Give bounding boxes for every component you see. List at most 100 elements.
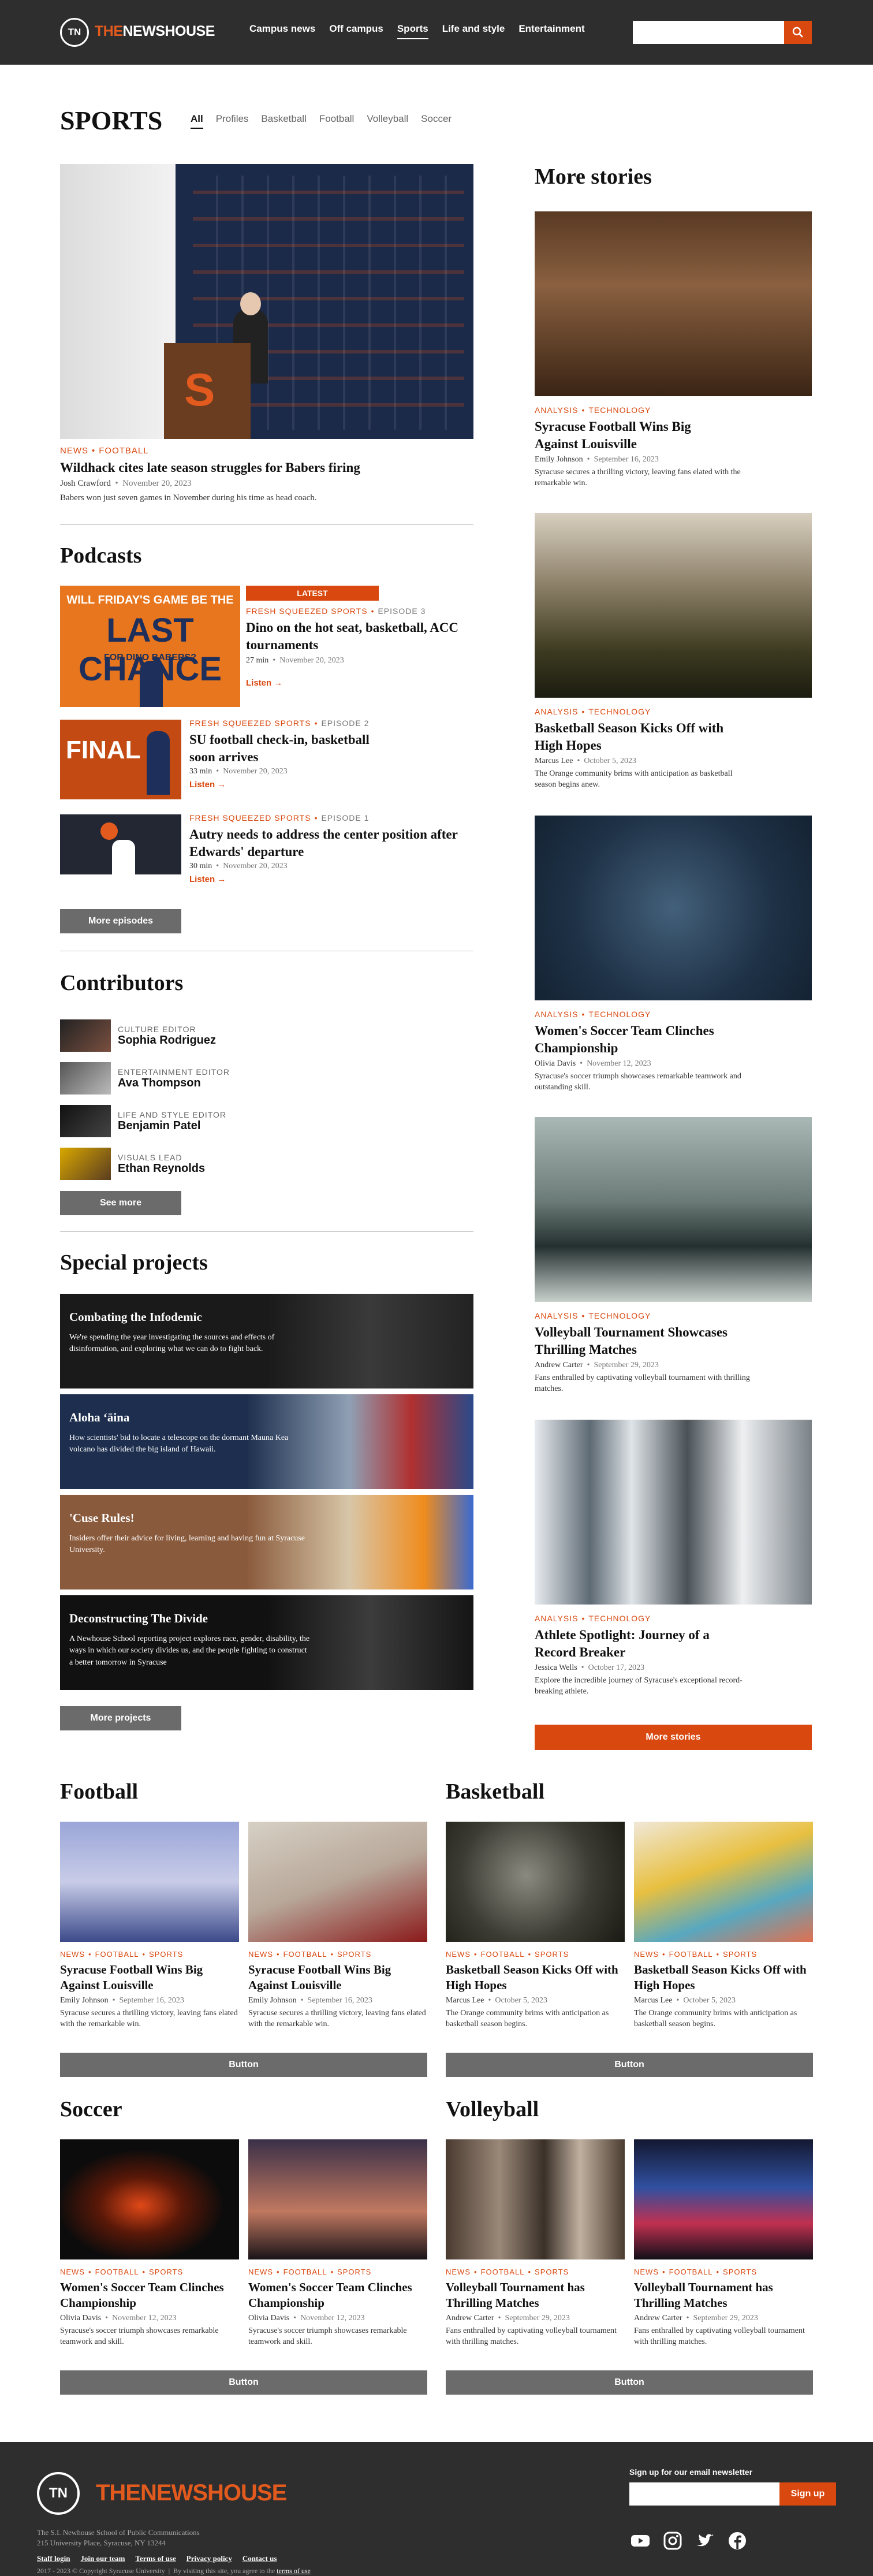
category-card[interactable]: NEWS • FOOTBALL • SPORTS Volleyball Tournamen…	[446, 2139, 625, 2348]
nav-entertainment[interactable]: Entertainment	[518, 23, 584, 39]
tag[interactable]: SPORTS	[337, 1950, 371, 1959]
card-headline[interactable]: Basketball Season Kicks Off with High Ho…	[634, 1962, 813, 1994]
podcast-title[interactable]: SU football check-in, basketball soon ar…	[189, 731, 386, 766]
tag[interactable]: SPORTS	[535, 2268, 569, 2276]
footer-link-privacy[interactable]: Privacy policy	[186, 2554, 232, 2563]
card-image[interactable]	[60, 2139, 239, 2259]
more-projects-button[interactable]: More projects	[60, 1706, 181, 1730]
logo-mark[interactable]: TN	[60, 18, 89, 47]
story-headline[interactable]: Volleyball Tournament Showcases Thrillin…	[535, 1324, 731, 1358]
contributor-name[interactable]: Ethan Reynolds	[118, 1162, 205, 1175]
lead-image[interactable]: S	[60, 164, 473, 439]
special-project-card[interactable]: Combating the Infodemic We're spending t…	[60, 1294, 473, 1388]
category-card[interactable]: NEWS • FOOTBALL • SPORTS Syracuse Football Wi…	[60, 1822, 239, 2030]
story-card[interactable]: ANALYSIS • TECHNOLOGY Volleyball Tournament…	[535, 1117, 812, 1395]
story-card[interactable]: ANALYSIS • TECHNOLOGY Basketball Season Kic…	[535, 513, 812, 791]
story-image[interactable]	[535, 513, 812, 698]
story-image[interactable]	[535, 1117, 812, 1302]
tag[interactable]: SPORTS	[149, 2268, 183, 2276]
author[interactable]: Olivia Davis	[60, 2314, 101, 2322]
story-card[interactable]: ANALYSIS • TECHNOLOGY Athlete Spotlight: Jo…	[535, 1420, 812, 1698]
listen-link[interactable]: Listen →	[246, 678, 473, 688]
twitter-icon[interactable]	[695, 2531, 715, 2551]
special-project-card[interactable]: Deconstructing The Divide A Newhouse Sch…	[60, 1595, 473, 1690]
special-project-card[interactable]: Aloha ʻāina How scientists' bid to locat…	[60, 1394, 473, 1489]
author[interactable]: Andrew Carter	[535, 1361, 583, 1369]
author[interactable]: Josh Crawford	[60, 479, 111, 488]
contributor-item[interactable]: CULTURE EDITOR Sophia Rodriguez	[60, 1014, 230, 1057]
listen-link[interactable]: Listen →	[189, 874, 473, 884]
site-logo[interactable]: THENEWSHOUSE	[95, 23, 215, 40]
contributor-name[interactable]: Benjamin Patel	[118, 1119, 226, 1133]
tag[interactable]: NEWS	[60, 1950, 85, 1959]
tag[interactable]: NEWS	[60, 446, 88, 456]
story-image[interactable]	[535, 816, 812, 1000]
card-headline[interactable]: Syracuse Football Wins Big Against Louis…	[248, 1962, 427, 1994]
podcast-show[interactable]: FRESH SQUEEZED SPORTS	[189, 719, 311, 728]
signup-button[interactable]: Sign up	[779, 2482, 836, 2506]
tab-basketball[interactable]: Basketball	[261, 113, 306, 129]
podcast-thumb-3[interactable]	[60, 814, 181, 894]
story-image[interactable]	[535, 1420, 812, 1605]
tab-football[interactable]: Football	[319, 113, 354, 129]
podcast-thumb-1[interactable]: WILL FRIDAY'S GAME BE THE LAST CHANCE FO…	[60, 586, 240, 707]
search-button[interactable]	[784, 21, 812, 44]
contributor-name[interactable]: Sophia Rodriguez	[118, 1034, 216, 1047]
author[interactable]: Marcus Lee	[634, 1996, 672, 2005]
author[interactable]: Emily Johnson	[60, 1996, 109, 2005]
podcast-title[interactable]: Autry needs to address the center positi…	[189, 826, 473, 861]
category-card[interactable]: NEWS • FOOTBALL • SPORTS Women's Soccer Team …	[60, 2139, 239, 2348]
nav-campus-news[interactable]: Campus news	[249, 23, 315, 39]
tag[interactable]: FOOTBALL	[283, 1950, 327, 1959]
contributor-item[interactable]: VISUALS LEAD Ethan Reynolds	[60, 1142, 230, 1185]
story-card[interactable]: ANALYSIS • TECHNOLOGY Women's Soccer Team C…	[535, 816, 812, 1093]
category-button[interactable]: Button	[446, 2053, 813, 2077]
tag[interactable]: NEWS	[446, 2268, 471, 2276]
tag[interactable]: ANALYSIS	[535, 1614, 578, 1623]
tag[interactable]: SPORTS	[723, 1950, 757, 1959]
tag[interactable]: TECHNOLOGY	[588, 405, 651, 415]
instagram-icon[interactable]	[663, 2531, 682, 2551]
card-image[interactable]	[60, 1822, 239, 1942]
author[interactable]: Emily Johnson	[535, 455, 583, 464]
tag[interactable]: NEWS	[60, 2268, 85, 2276]
tag[interactable]: NEWS	[446, 1950, 471, 1959]
nav-off-campus[interactable]: Off campus	[329, 23, 383, 39]
tag[interactable]: FOOTBALL	[95, 1950, 139, 1959]
story-image[interactable]	[535, 211, 812, 396]
nav-sports[interactable]: Sports	[397, 23, 428, 39]
card-image[interactable]	[446, 2139, 625, 2259]
youtube-icon[interactable]	[630, 2531, 650, 2551]
special-project-card[interactable]: 'Cuse Rules! Insiders offer their advice…	[60, 1495, 473, 1589]
card-headline[interactable]: Women's Soccer Team Clinches Championshi…	[60, 2280, 239, 2311]
footer-link-contact[interactable]: Contact us	[242, 2554, 277, 2563]
terms-link[interactable]: terms of use	[277, 2567, 311, 2575]
tag[interactable]: ANALYSIS	[535, 1311, 578, 1320]
card-headline[interactable]: Basketball Season Kicks Off with High Ho…	[446, 1962, 625, 1994]
author[interactable]: Andrew Carter	[634, 2314, 682, 2322]
tag[interactable]: FOOTBALL	[99, 446, 148, 456]
card-headline[interactable]: Volleyball Tournament has Thrilling Matc…	[634, 2280, 813, 2311]
podcast-show[interactable]: FRESH SQUEEZED SPORTS	[189, 813, 311, 822]
tag[interactable]: FOOTBALL	[669, 2268, 713, 2276]
tag[interactable]: SPORTS	[723, 2268, 757, 2276]
tag[interactable]: FOOTBALL	[481, 2268, 525, 2276]
podcast-title[interactable]: Dino on the hot seat, basketball, ACC to…	[246, 619, 473, 654]
tag[interactable]: TECHNOLOGY	[588, 1010, 651, 1019]
tag[interactable]: TECHNOLOGY	[588, 707, 651, 716]
footer-logo-mark[interactable]: TN	[37, 2472, 80, 2515]
card-headline[interactable]: Syracuse Football Wins Big Against Louis…	[60, 1962, 239, 1994]
more-stories-button[interactable]: More stories	[535, 1725, 812, 1750]
card-image[interactable]	[248, 1822, 427, 1942]
story-card[interactable]: ANALYSIS • TECHNOLOGY Syracuse Football Win…	[535, 211, 812, 489]
category-card[interactable]: NEWS • FOOTBALL • SPORTS Women's Soccer Team …	[248, 2139, 427, 2348]
tag[interactable]: SPORTS	[535, 1950, 569, 1959]
category-card[interactable]: NEWS • FOOTBALL • SPORTS Basketball Season Ki…	[634, 1822, 813, 2030]
tag[interactable]: NEWS	[634, 2268, 659, 2276]
tag[interactable]: FOOTBALL	[283, 2268, 327, 2276]
facebook-icon[interactable]	[727, 2531, 747, 2551]
author[interactable]: Emily Johnson	[248, 1996, 297, 2005]
see-more-button[interactable]: See more	[60, 1191, 181, 1215]
author[interactable]: Jessica Wells	[535, 1663, 577, 1672]
podcast-show[interactable]: FRESH SQUEEZED SPORTS	[246, 606, 368, 616]
